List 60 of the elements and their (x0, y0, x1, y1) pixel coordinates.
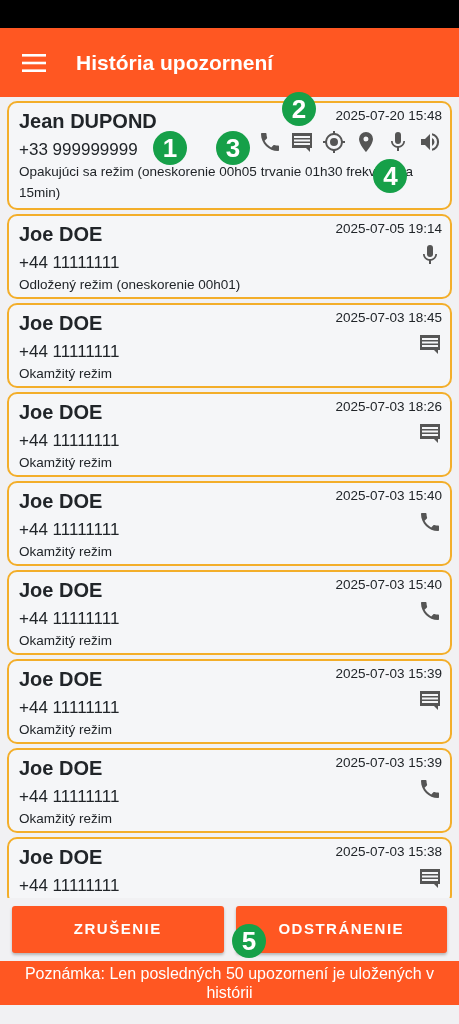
phone-number: +44 11111111 (19, 697, 120, 719)
alert-datetime: 2025-07-03 15:38 (335, 843, 442, 861)
contact-name: Joe DOE (19, 489, 104, 514)
phone-number: +44 11111111 (19, 430, 120, 452)
contact-name: Joe DOE (19, 222, 104, 247)
contact-name: Joe DOE (19, 845, 104, 870)
phone-number: +44 11111111 (19, 875, 120, 897)
alert-mode: Okamžitý režim (19, 632, 112, 649)
phone-number: +33 999999999 (19, 139, 139, 161)
alert-card[interactable]: Joe DOE +44 11111111 2025-07-03 15:39 Okamžitý režim (7, 748, 452, 833)
message-icon (418, 866, 442, 890)
alert-mode: Okamžitý režim (19, 810, 112, 827)
number-callout: 5 (232, 924, 266, 958)
alert-mode: Okamžitý režim (19, 721, 112, 738)
alert-mode: Opakujúci sa režim (oneskorenie 00h05 trvanie 01h30 frekv (19, 163, 376, 180)
note-banner: Poznámka: Len posledných 50 upozornení je uložených v histórii (0, 961, 459, 1005)
alert-datetime: 2025-07-03 15:40 (335, 487, 442, 505)
alert-card[interactable]: Joe DOE +44 11111111 2025-07-05 19:14 Odložený režim (oneskorenie 00h01) (7, 214, 452, 299)
alert-card[interactable]: Joe DOE +44 11111111 2025-07-03 18:45 Okamžitý režim (7, 303, 452, 388)
message-icon (418, 421, 442, 445)
target-icon (322, 130, 346, 154)
alert-mode: a (405, 163, 413, 180)
alert-card[interactable]: Joe DOE +44 11111111 2025-07-03 15:39 Okamžitý režim (7, 659, 452, 744)
alert-datetime: 2025-07-05 19:14 (335, 220, 442, 238)
alert-datetime: 2025-07-03 18:45 (335, 309, 442, 327)
menu-icon[interactable] (22, 53, 46, 72)
message-icon (418, 332, 442, 356)
alert-card[interactable]: Joe DOE +44 11111111 2025-07-03 15:40 Okamžitý režim (7, 481, 452, 566)
alert-card[interactable]: Joe DOE +44 11111111 2025-07-03 15:38 (7, 837, 452, 898)
phone-icon (418, 599, 442, 623)
alert-mode: Odložený režim (oneskorenie 00h01) (19, 276, 241, 293)
alert-mode: Okamžitý režim (19, 365, 112, 382)
alert-datetime: 2025-07-03 18:26 (335, 398, 442, 416)
alert-datetime: 2025-07-03 15:40 (335, 576, 442, 594)
phone-number: +44 11111111 (19, 519, 120, 541)
alert-card[interactable]: Joe DOE +44 11111111 2025-07-03 18:26 Okamžitý režim (7, 392, 452, 477)
phone-number: +44 11111111 (19, 608, 120, 630)
phone-number: +44 11111111 (19, 786, 120, 808)
message-icon (418, 688, 442, 712)
speaker-icon (418, 130, 442, 154)
contact-name: Joe DOE (19, 400, 104, 425)
alert-datetime: 2025-07-03 15:39 (335, 665, 442, 683)
alert-mode: Okamžitý režim (19, 454, 112, 471)
contact-name: Joe DOE (19, 311, 104, 336)
contact-name: Jean DUPOND (19, 109, 157, 134)
alert-datetime: 2025-07-20 15:48 (335, 107, 442, 125)
alert-mode: 15min) (19, 185, 61, 200)
screen-title: História upozornení (76, 49, 274, 76)
phone-icon (418, 510, 442, 534)
alert-card[interactable]: Joe DOE +44 11111111 2025-07-03 15:40 Okamžitý režim (7, 570, 452, 655)
alert-datetime: 2025-07-03 15:39 (335, 754, 442, 772)
message-icon (290, 130, 314, 154)
contact-name: Joe DOE (19, 667, 104, 692)
contact-name: Joe DOE (19, 578, 104, 603)
phone-icon (418, 777, 442, 801)
phone-icon (258, 130, 282, 154)
contact-name: Joe DOE (19, 756, 104, 781)
phone-number: +44 11111111 (19, 341, 120, 363)
alert-mode: Okamžitý režim (19, 543, 112, 560)
phone-number: +44 11111111 (19, 252, 120, 274)
